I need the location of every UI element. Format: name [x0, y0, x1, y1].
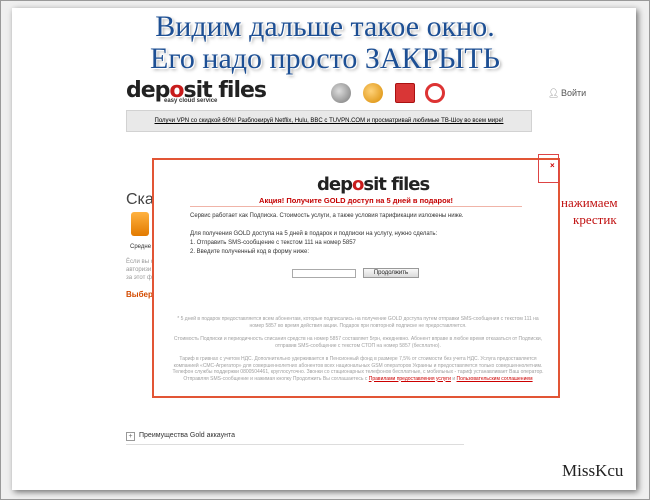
author-signature: MissKcu [562, 461, 624, 480]
agreement-link[interactable]: Пользовательским соглашением [457, 376, 533, 382]
rules-link[interactable]: Правилами предоставления услуги [369, 376, 451, 382]
promo-banner-link[interactable]: Получи VPN со скидкой 60%! Разблокируй N… [126, 110, 532, 132]
background-text-line3: за этот ф [126, 275, 152, 281]
continue-button[interactable]: Продолжить [363, 268, 419, 278]
site-tagline: easy cloud service [164, 98, 218, 104]
choose-label: Выбер [126, 290, 153, 299]
service-intro: Сервис работает как Подписка. Стоимость … [190, 213, 464, 219]
tutorial-heading-line2: Его надо просто ЗАКРЫТЬ [150, 42, 500, 75]
fine-print-2: Стоимость Подписки и периодичность списа… [173, 336, 543, 349]
promo-headline: Акция! Получите GOLD доступ на 5 дней в … [259, 196, 453, 205]
globe-icon[interactable] [331, 83, 351, 103]
modal-logo-accent: o [351, 174, 364, 195]
annotation-line1: нажимаем [561, 195, 618, 210]
fine-print-3: Тариф в гривнах с учетом НДС. Дополнител… [172, 356, 544, 382]
instruction-step-2: 2. Введите полученный код в форму ниже: [190, 249, 309, 255]
gear-icon[interactable] [363, 83, 383, 103]
background-info-text: Ёсли вы с авторизи за этот ф [126, 258, 154, 282]
background-text-line2: авторизи [126, 267, 152, 273]
section-divider [126, 444, 464, 445]
tutorial-heading-line1: Видим дальше такое окно. [155, 10, 495, 43]
site-logo-part1: dep [126, 78, 170, 103]
instruction-step-1: 1. Отправить SMS-сообщение с текстом 111… [190, 240, 356, 246]
gold-benefits-link[interactable]: Преимущества Gold аккаунта [139, 432, 235, 439]
annotation-line2: крестик [573, 212, 617, 227]
and-word: и [452, 375, 456, 382]
sms-code-input[interactable] [292, 269, 356, 278]
modal-logo: deposit files [317, 174, 430, 195]
file-type-icon [131, 212, 149, 236]
lifebuoy-icon[interactable] [425, 83, 445, 103]
user-icon[interactable]: 👤︎ [548, 88, 559, 99]
background-text-line1: Ёсли вы с [126, 259, 154, 265]
modal-logo-part1: dep [317, 174, 353, 195]
gold-offer-modal: deposit files × Акция! Получите GOLD дос… [152, 158, 560, 398]
close-highlight-marker [538, 154, 559, 183]
login-link[interactable]: Войти [561, 88, 586, 98]
modal-logo-part2: sit files [363, 174, 430, 195]
medium-speed-label: Средне [130, 244, 152, 250]
instruction-title: Для получения GOLD доступа на 5 дней в п… [190, 231, 438, 237]
gold-expander-icon[interactable]: + [126, 432, 135, 441]
modal-divider [190, 206, 522, 207]
fine-print-1: * 5 дней в подарок предоставляется всем … [177, 316, 539, 329]
gift-icon[interactable] [395, 83, 415, 103]
